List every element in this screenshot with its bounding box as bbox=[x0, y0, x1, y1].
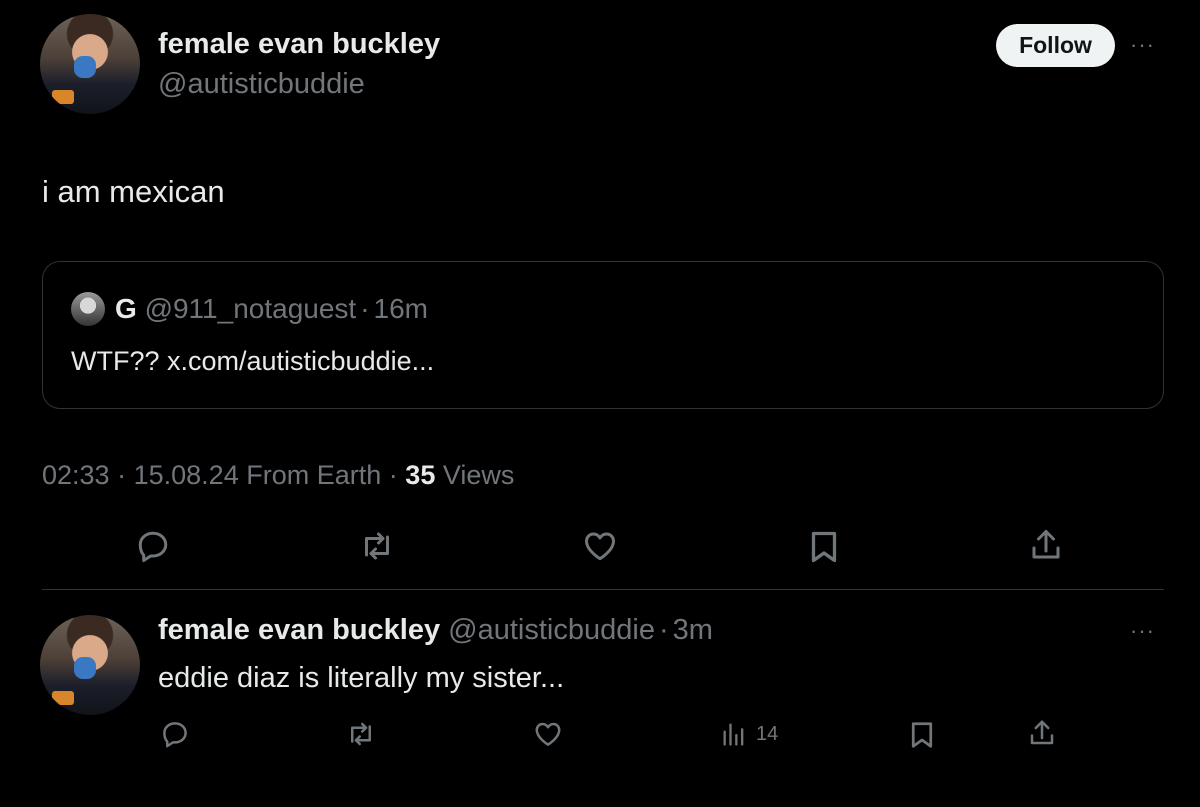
reply-avatar[interactable] bbox=[40, 615, 140, 715]
reply-repost-icon[interactable] bbox=[345, 719, 377, 749]
quote-text: WTF?? x.com/autisticbuddie... bbox=[71, 346, 435, 376]
quote-time: 16m bbox=[373, 293, 428, 324]
reply-more-options-icon[interactable]: ··· bbox=[1130, 618, 1155, 644]
tweet-time[interactable]: 02:33 bbox=[42, 460, 110, 490]
views-count: 35 bbox=[405, 460, 436, 490]
quote-display-name: G bbox=[115, 293, 137, 324]
quote-separator: · bbox=[360, 293, 370, 324]
reply-time[interactable]: 3m bbox=[673, 614, 713, 646]
user-handle[interactable]: @autisticbuddie bbox=[158, 68, 365, 101]
reply-display-name[interactable]: female evan buckley bbox=[158, 614, 440, 646]
reply-bookmark-icon[interactable] bbox=[907, 719, 937, 751]
reply-views[interactable]: 14 bbox=[720, 719, 778, 749]
reply-reply-icon[interactable] bbox=[160, 719, 190, 749]
quoted-tweet[interactable]: G @911_notaguest · 16m WTF?? x.com/autisti… bbox=[42, 261, 1164, 409]
reply-share-icon[interactable] bbox=[1027, 717, 1057, 749]
reply-icon[interactable] bbox=[135, 528, 171, 564]
avatar-badge bbox=[52, 90, 74, 104]
display-name[interactable]: female evan buckley bbox=[158, 28, 440, 61]
repost-icon[interactable] bbox=[358, 528, 396, 564]
quote-avatar bbox=[71, 292, 105, 326]
more-options-icon[interactable]: ··· bbox=[1130, 32, 1155, 58]
avatar-glove bbox=[74, 657, 96, 679]
tweet-source: From Earth bbox=[246, 460, 382, 490]
reply-separator: · bbox=[658, 614, 669, 646]
follow-button[interactable]: Follow bbox=[996, 24, 1115, 67]
tweet-meta: 02:33 · 15.08.24 From Earth · 35 Views bbox=[42, 460, 514, 491]
reply-views-count: 14 bbox=[756, 722, 779, 745]
avatar[interactable] bbox=[40, 14, 140, 114]
reply-text: eddie diaz is literally my sister... bbox=[158, 662, 565, 694]
quote-handle: @911_notaguest bbox=[144, 293, 357, 324]
reply-like-icon[interactable] bbox=[532, 719, 564, 749]
divider bbox=[42, 589, 1164, 590]
views-label: Views bbox=[442, 460, 515, 490]
share-icon[interactable] bbox=[1028, 526, 1064, 564]
meta-separator: · bbox=[117, 460, 127, 490]
like-icon[interactable] bbox=[581, 528, 619, 564]
tweet-text: i am mexican bbox=[42, 174, 225, 209]
reply-handle[interactable]: @autisticbuddie bbox=[448, 614, 655, 646]
views-icon bbox=[720, 719, 748, 749]
tweet-date[interactable]: 15.08.24 bbox=[134, 460, 239, 490]
meta-separator: · bbox=[388, 460, 398, 490]
bookmark-icon[interactable] bbox=[806, 528, 842, 566]
avatar-glove bbox=[74, 56, 96, 78]
avatar-badge bbox=[52, 691, 74, 705]
